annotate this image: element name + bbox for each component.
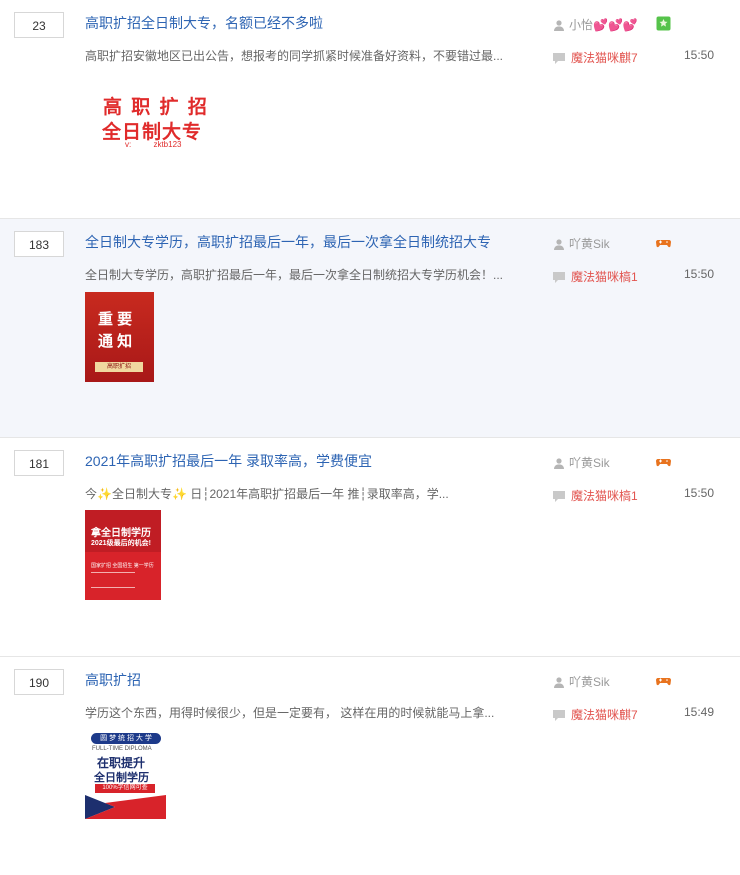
poster-line-1: 重 要	[98, 311, 133, 328]
poster-line-4: 全日制学历	[94, 772, 149, 784]
author-name: 小怡💕💕💕	[569, 18, 638, 32]
last-reply[interactable]: 魔法猫咪麒7	[553, 50, 638, 66]
thread-list: 23 高职扩招全日制大专，名额已经不多啦 高职扩招安徽地区已出公告，想报考的同学…	[0, 0, 740, 875]
thread-image[interactable]: 高 职 扩 招 全日制大专 v: zktb123	[85, 82, 215, 154]
last-reply-time: 15:50	[684, 486, 715, 500]
last-reply-user: 魔法猫咪槁1	[571, 270, 638, 284]
thread-author[interactable]: 吖黄Sik	[553, 455, 610, 471]
thread-image[interactable]: 圆 梦 统 招 大 学 FULL-TIME DIPLOMA 在职提升 全日制学历…	[85, 729, 166, 819]
poster-line-3: 高职扩招	[95, 362, 143, 372]
thread-abstract: 全日制大专学历，高职扩招最后一年，最后一次拿全日制统招大专学历机会！...	[85, 268, 504, 282]
reply-count: 181	[14, 450, 64, 476]
last-reply-user: 魔法猫咪麒7	[571, 51, 638, 65]
reply-count: 23	[14, 12, 64, 38]
last-reply-user: 魔法猫咪槁1	[571, 489, 638, 503]
thread-author[interactable]: 吖黄Sik	[553, 236, 610, 252]
user-icon	[554, 239, 564, 250]
thread-author[interactable]: 小怡💕💕💕	[553, 17, 638, 33]
thread-image[interactable]: 拿全日制学历 2021级最后的机会! 国家扩招 全国招生 第一学历	[85, 510, 161, 600]
user-icon	[554, 458, 564, 469]
author-name: 吖黄Sik	[569, 237, 610, 251]
last-reply-time: 15:50	[684, 267, 715, 281]
last-reply-time: 15:50	[684, 48, 715, 62]
thread-abstract: 高职扩招安徽地区已出公告，想报考的同学抓紧时候准备好资料，不要错过最...	[85, 49, 504, 63]
reply-count: 190	[14, 669, 64, 695]
reply-count: 183	[14, 231, 64, 257]
poster-flag-stripes	[85, 795, 166, 819]
poster-line-3: 国家扩招 全国招生 第一学历	[91, 563, 154, 569]
poster-line-3: v: zktb123	[125, 140, 182, 149]
comment-icon	[553, 53, 565, 64]
thread-title[interactable]: 2021年高职扩招最后一年 录取率高，学费便宜	[85, 451, 372, 471]
poster-line-2: FULL-TIME DIPLOMA	[92, 746, 152, 752]
author-name: 吖黄Sik	[569, 675, 610, 689]
author-name: 吖黄Sik	[569, 456, 610, 470]
last-reply-time: 15:49	[684, 705, 715, 719]
poster-line-5: 100%学信网可查	[95, 784, 155, 793]
thread-title[interactable]: 高职扩招全日制大专，名额已经不多啦	[85, 13, 323, 33]
last-reply[interactable]: 魔法猫咪槁1	[553, 269, 638, 285]
thread-abstract: 今✨全日制大专✨ 日┆2021年高职扩招最后一年 推┆录取率高，学...	[85, 487, 449, 501]
comment-icon	[553, 491, 565, 502]
user-icon	[554, 677, 564, 688]
comment-icon	[553, 710, 565, 721]
poster-line-1: 高 职 扩 招	[103, 97, 209, 118]
gamepad-icon	[656, 240, 671, 248]
user-icon	[554, 20, 564, 31]
poster-line-1: 圆 梦 统 招 大 学	[91, 733, 161, 744]
thread-title[interactable]: 全日制大专学历，高职扩招最后一年，最后一次拿全日制统招大专	[85, 232, 491, 252]
thread-author[interactable]: 吖黄Sik	[553, 674, 610, 690]
poster-line-2: 通 知	[98, 333, 133, 350]
last-reply[interactable]: 魔法猫咪槁1	[553, 488, 638, 504]
poster-line-1: 拿全日制学历	[91, 528, 151, 539]
level-badge-icon	[656, 16, 671, 31]
thread-item: 190 高职扩招 学历这个东西，用得时候很少，但是一定要有， 这样在用的时候就能…	[0, 657, 740, 875]
thread-title[interactable]: 高职扩招	[85, 670, 141, 690]
comment-icon	[553, 272, 565, 283]
thread-abstract: 学历这个东西，用得时候很少，但是一定要有， 这样在用的时候就能马上拿...	[85, 706, 495, 720]
last-reply-user: 魔法猫咪麒7	[571, 708, 638, 722]
thread-image[interactable]: 重 要 通 知 高职扩招	[85, 292, 154, 382]
poster-line-2: 2021级最后的机会!	[91, 540, 151, 547]
thread-item: 181 2021年高职扩招最后一年 录取率高，学费便宜 今✨全日制大专✨ 日┆2…	[0, 438, 740, 657]
gamepad-icon	[656, 678, 671, 686]
gamepad-icon	[656, 459, 671, 467]
thread-item: 183 全日制大专学历，高职扩招最后一年，最后一次拿全日制统招大专 全日制大专学…	[0, 219, 740, 438]
thread-item: 23 高职扩招全日制大专，名额已经不多啦 高职扩招安徽地区已出公告，想报考的同学…	[0, 0, 740, 219]
last-reply[interactable]: 魔法猫咪麒7	[553, 707, 638, 723]
